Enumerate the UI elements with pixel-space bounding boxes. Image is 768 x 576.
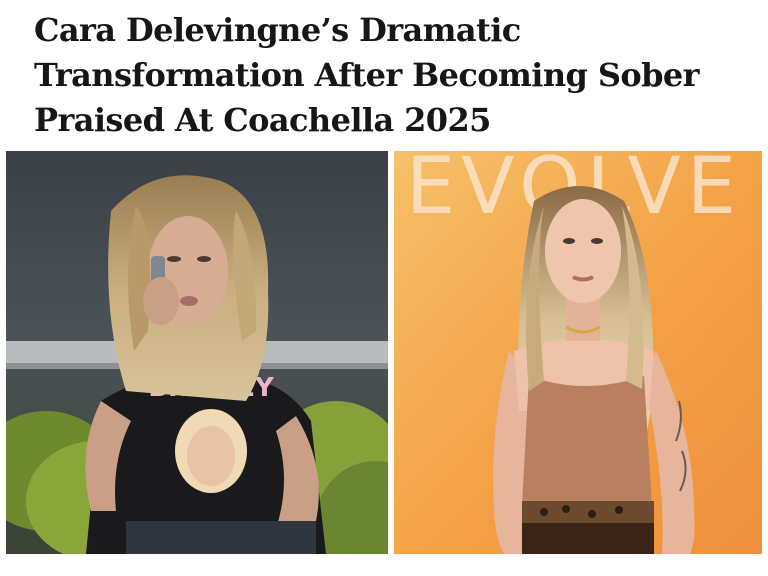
headline-line-3: Praised At Coachella 2025 [34,101,491,139]
article-headline[interactable]: Cara Delevingne’s Dramatic Transformatio… [34,8,754,143]
before-photo-illustration: BRITNEY [6,151,388,554]
headline-line-2: Transformation After Becoming Sober [34,56,699,94]
after-photo[interactable]: EVOLVE [394,151,762,554]
headline-line-1: Cara Delevingne’s Dramatic [34,11,521,49]
before-photo[interactable]: BRITNEY [6,151,388,554]
after-photo-illustration: EVOLVE [394,151,762,554]
